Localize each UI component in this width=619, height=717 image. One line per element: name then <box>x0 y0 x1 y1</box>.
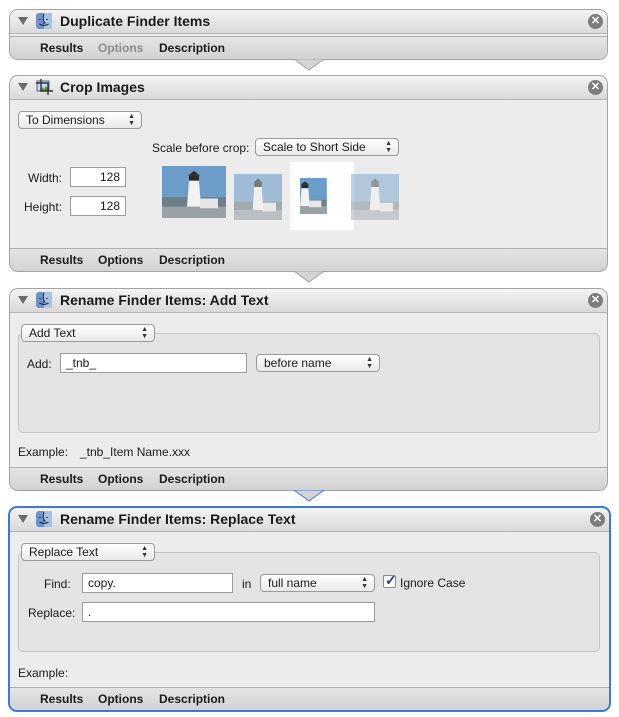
action-duplicate-finder-items[interactable]: Duplicate Finder Items ✕ Results Options… <box>9 9 608 60</box>
description-tab[interactable]: Description <box>159 253 225 267</box>
example-label: Example: <box>18 445 69 459</box>
example-label: Example: <box>18 666 69 680</box>
rename-mode-popup[interactable]: Replace Text ▲ ▼ <box>21 543 155 561</box>
crop-images-icon <box>36 79 53 95</box>
options-tab[interactable]: Options <box>98 692 143 706</box>
finder-icon <box>35 291 53 309</box>
scaled-image-thumbnail <box>234 174 282 220</box>
add-text-field[interactable]: _tnb_ <box>60 353 247 373</box>
result-image-thumbnail <box>351 174 399 220</box>
close-icon[interactable]: ✕ <box>588 14 603 29</box>
ignore-case-label[interactable]: Ignore Case <box>400 576 465 590</box>
action-footer: Results Options Description <box>10 36 607 59</box>
close-icon[interactable]: ✕ <box>588 80 603 95</box>
connector-arrow <box>294 490 324 502</box>
action-title: Rename Finder Items: Replace Text <box>60 511 296 527</box>
close-icon[interactable]: ✕ <box>590 512 605 527</box>
action-title: Rename Finder Items: Add Text <box>60 292 269 308</box>
rename-mode-popup[interactable]: Add Text ▲ ▼ <box>21 324 155 342</box>
rename-mode-value: Replace Text <box>29 545 99 559</box>
height-label: Height: <box>24 200 63 214</box>
results-tab[interactable]: Results <box>40 253 83 267</box>
original-image-thumbnail <box>162 166 226 218</box>
popup-arrows-icon: ▲ ▼ <box>141 545 148 559</box>
results-tab[interactable]: Results <box>40 41 83 55</box>
popup-arrows-icon: ▲ ▼ <box>385 140 392 154</box>
action-header[interactable]: Crop Images ✕ <box>10 76 607 100</box>
description-tab[interactable]: Description <box>159 472 225 486</box>
results-tab[interactable]: Results <box>40 692 83 706</box>
disclosure-triangle-icon[interactable] <box>18 83 28 91</box>
action-crop-images[interactable]: Crop Images ✕ To Dimensions ▲ ▼ Scale bef… <box>9 75 608 272</box>
height-field[interactable]: 128 <box>70 196 126 216</box>
disclosure-triangle-icon[interactable] <box>18 17 28 25</box>
action-header[interactable]: Rename Finder Items: Replace Text ✕ <box>10 508 609 532</box>
crop-mode-popup[interactable]: To Dimensions ▲ ▼ <box>18 111 142 129</box>
replace-label: Replace: <box>28 606 76 620</box>
disclosure-triangle-icon[interactable] <box>18 296 28 304</box>
scope-popup[interactable]: full name ▲ ▼ <box>260 574 375 592</box>
finder-icon <box>35 12 53 30</box>
cropped-image-thumbnail <box>300 164 344 228</box>
results-tab[interactable]: Results <box>40 472 83 486</box>
popup-arrows-icon: ▲ ▼ <box>361 576 368 590</box>
disclosure-triangle-icon[interactable] <box>18 515 28 523</box>
add-label: Add: <box>27 357 52 371</box>
action-body: Replace Text ▲ ▼ Find: copy. in full name… <box>10 532 609 688</box>
action-rename-replace-text[interactable]: Rename Finder Items: Replace Text ✕ Repl… <box>8 506 611 712</box>
description-tab[interactable]: Description <box>159 692 225 706</box>
action-footer: Results Options Description <box>10 687 609 710</box>
rename-mode-value: Add Text <box>29 326 76 340</box>
scale-popup[interactable]: Scale to Short Side ▲ ▼ <box>255 138 399 156</box>
options-tab[interactable]: Options <box>98 253 143 267</box>
example-value: _tnb_Item Name.xxx <box>80 445 191 459</box>
in-label: in <box>242 577 252 591</box>
description-tab[interactable]: Description <box>159 41 225 55</box>
action-title: Duplicate Finder Items <box>60 13 211 29</box>
scope-value: full name <box>268 576 317 590</box>
popup-arrows-icon: ▲ ▼ <box>366 356 373 370</box>
action-footer: Results Options Description <box>10 467 607 490</box>
action-body: To Dimensions ▲ ▼ Scale before crop: Scal… <box>10 100 607 250</box>
action-header[interactable]: Duplicate Finder Items ✕ <box>10 10 607 34</box>
width-label: Width: <box>28 171 63 185</box>
close-icon[interactable]: ✕ <box>588 293 603 308</box>
width-field[interactable]: 128 <box>70 167 126 187</box>
action-body: Add Text ▲ ▼ Add: _tnb_ before name ▲ ▼ Ex… <box>10 313 607 469</box>
action-title: Crop Images <box>60 79 145 95</box>
finder-icon <box>35 510 53 528</box>
position-value: before name <box>264 356 332 370</box>
connector-arrow <box>294 59 324 71</box>
replace-field[interactable]: . <box>82 602 375 622</box>
action-rename-add-text[interactable]: Rename Finder Items: Add Text ✕ Add Text… <box>9 288 608 491</box>
connector-arrow <box>294 271 324 283</box>
position-popup[interactable]: before name ▲ ▼ <box>256 354 380 372</box>
crop-mode-value: To Dimensions <box>26 113 105 127</box>
find-field[interactable]: copy. <box>82 573 233 593</box>
options-tab[interactable]: Options <box>98 472 143 486</box>
scale-label: Scale before crop: <box>152 141 250 155</box>
action-header[interactable]: Rename Finder Items: Add Text ✕ <box>10 289 607 313</box>
popup-arrows-icon: ▲ ▼ <box>141 326 148 340</box>
find-label: Find: <box>44 577 71 591</box>
options-tab[interactable]: Options <box>98 41 143 55</box>
action-footer: Results Options Description <box>10 248 607 271</box>
ignore-case-checkbox[interactable] <box>383 572 397 589</box>
popup-arrows-icon: ▲ ▼ <box>128 113 135 127</box>
options-box <box>18 333 600 433</box>
scale-value: Scale to Short Side <box>263 140 366 154</box>
